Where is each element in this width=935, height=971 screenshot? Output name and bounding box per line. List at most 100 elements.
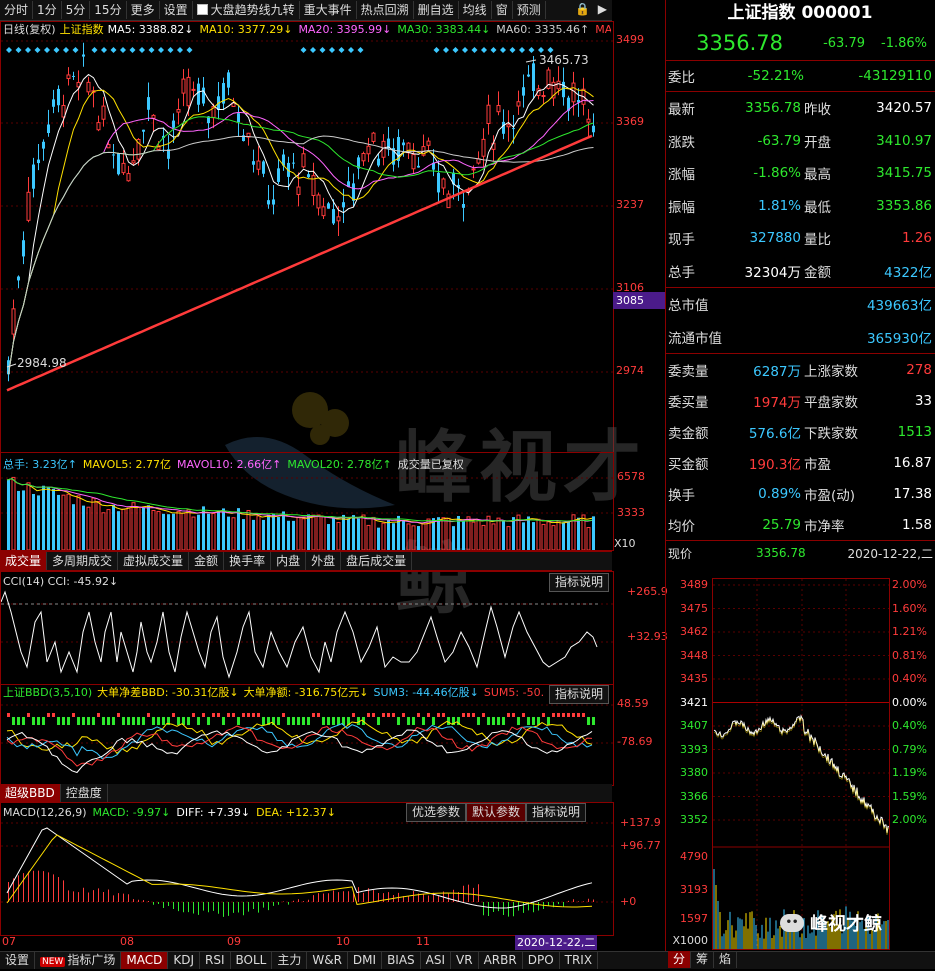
kline-axis-label-4: 2974 bbox=[616, 364, 644, 377]
trend-checkbox[interactable]: 大盘趋势线九转 bbox=[193, 1, 300, 19]
bbd-bar bbox=[152, 717, 155, 725]
volume-tab-7[interactable]: 盘后成交量 bbox=[341, 552, 413, 570]
signal-diamond-icon bbox=[319, 47, 326, 53]
intraday-tab-0[interactable]: 分 bbox=[668, 951, 692, 968]
indicator-tab-4[interactable]: RSI bbox=[200, 952, 231, 969]
cci-chart[interactable] bbox=[1, 572, 613, 684]
toolbar-button-1[interactable]: 热点回溯 bbox=[357, 1, 414, 19]
kline-candle bbox=[586, 118, 591, 123]
high-label: 3465.73 bbox=[539, 53, 589, 67]
signal-diamond-icon bbox=[519, 47, 525, 53]
kline-axis: 3499 3369 3237 3106 2974 bbox=[613, 21, 665, 451]
volume-tab-4[interactable]: 换手率 bbox=[224, 552, 272, 570]
vol-bar bbox=[287, 520, 290, 550]
lock-icon[interactable]: 🔒 bbox=[575, 2, 590, 16]
weibi-row: 委比 -52.21% -43129110 bbox=[665, 61, 935, 92]
quote.rows2-row: 均价 25.79 市净率 1.58 bbox=[665, 509, 935, 540]
signal-diamond-icon bbox=[53, 47, 60, 53]
vol-bar bbox=[522, 522, 525, 550]
kline-candle bbox=[571, 82, 576, 103]
volume-tab-1[interactable]: 多周期成交 bbox=[47, 552, 119, 570]
volume-tab-0[interactable]: 成交量 bbox=[0, 552, 48, 570]
volume-tab-6[interactable]: 外盘 bbox=[306, 552, 342, 570]
indicator-tab-7[interactable]: W&R bbox=[307, 952, 348, 969]
mcap-label: 总市值 bbox=[668, 298, 709, 315]
intraday-date: 2020-12-22,二 bbox=[847, 546, 933, 561]
intraday-price: 3356.78 bbox=[756, 546, 806, 560]
wechat-account-name: 峰视才鲸 bbox=[810, 914, 882, 935]
nav-arrows[interactable]: 🔒 ▶ bbox=[575, 2, 607, 16]
bbd-tab-1[interactable]: 控盘度 bbox=[61, 784, 108, 802]
ma-line-1 bbox=[8, 87, 594, 375]
bbd-bar bbox=[187, 717, 190, 725]
bbd-bar bbox=[392, 713, 395, 717]
quote-value: 33 bbox=[914, 392, 932, 409]
quote-label: 金额 bbox=[804, 264, 831, 281]
intraday-chart[interactable] bbox=[712, 578, 890, 950]
bbd-bar bbox=[582, 713, 585, 717]
volume-tab-2[interactable]: 虚拟成交量 bbox=[118, 552, 190, 570]
indicator-tab-9[interactable]: BIAS bbox=[382, 952, 421, 969]
bbd-chart[interactable] bbox=[1, 685, 613, 785]
signal-diamond-icon bbox=[310, 47, 316, 53]
intraday-tab-2[interactable]: 焰 bbox=[714, 951, 738, 968]
intraday-vol-label-2: 1597 bbox=[680, 912, 708, 925]
toolbar-button-4[interactable]: 窗 bbox=[492, 1, 513, 19]
period-tab-1[interactable]: 1分 bbox=[33, 1, 62, 19]
kline-candle bbox=[26, 191, 31, 221]
mcap-row: 总市值 439663亿 bbox=[665, 288, 935, 321]
quote-value: 576.6亿 bbox=[748, 425, 801, 442]
kline-chart[interactable] bbox=[1, 22, 613, 452]
intraday-left-label-2: 3462 bbox=[680, 625, 708, 638]
intraday-right-label-0: 2.00% bbox=[892, 578, 927, 591]
period-tab-2[interactable]: 5分 bbox=[62, 1, 91, 19]
bbd-tab-0[interactable]: 超级BBD bbox=[0, 784, 61, 802]
indicator-tab-6[interactable]: 主力 bbox=[272, 952, 308, 969]
vol-bar bbox=[402, 520, 405, 550]
vol-bar bbox=[181, 512, 186, 550]
bbd-bar bbox=[87, 717, 90, 725]
volume-chart[interactable] bbox=[1, 453, 613, 550]
signal-diamond-icon bbox=[481, 47, 487, 53]
vol-bar bbox=[76, 495, 81, 550]
period-tab-3[interactable]: 15分 bbox=[90, 1, 127, 19]
indicator-tab-0[interactable]: 设置 bbox=[0, 952, 36, 969]
period-tab-4[interactable]: 更多 bbox=[127, 1, 160, 19]
indicator-tab-10[interactable]: ASI bbox=[421, 952, 452, 969]
kline-candle bbox=[37, 159, 40, 164]
indicator-tab-1[interactable]: NEW 指标广场 bbox=[35, 952, 122, 969]
kline-candle bbox=[121, 162, 126, 174]
quote-rows: 最新 3356.78 昨收 3420.57 涨跌 -63.79 开盘 3410.97 涨幅 -1.… bbox=[665, 92, 935, 288]
indicator-tab-11[interactable]: VR bbox=[451, 952, 479, 969]
new-badge: NEW bbox=[40, 957, 66, 967]
kline-candle bbox=[342, 202, 345, 208]
indicator-tab-8[interactable]: DMI bbox=[348, 952, 383, 969]
period-tab-0[interactable]: 分时 bbox=[0, 1, 34, 19]
toolbar-button-0[interactable]: 重大事件 bbox=[300, 1, 357, 19]
trend-checkbox-label: 大盘趋势线九转 bbox=[210, 3, 295, 17]
checkbox-icon[interactable] bbox=[196, 4, 208, 15]
indicator-tab-14[interactable]: TRIX bbox=[560, 952, 599, 969]
bbd-bar bbox=[467, 713, 470, 717]
volume-tab-5[interactable]: 内盘 bbox=[271, 552, 307, 570]
intraday-tab-1[interactable]: 筹 bbox=[691, 951, 715, 968]
volume-tab-3[interactable]: 金额 bbox=[189, 552, 225, 570]
indicator-tab-2[interactable]: MACD bbox=[121, 952, 169, 969]
toolbar-button-5[interactable]: 预测 bbox=[513, 1, 546, 19]
vol-unit: X10 bbox=[614, 537, 636, 550]
toolbar-button-3[interactable]: 均线 bbox=[459, 1, 492, 19]
period-tab-5[interactable]: 设置 bbox=[160, 1, 193, 19]
indicator-tab-13[interactable]: DPO bbox=[523, 952, 560, 969]
indicator-tab-3[interactable]: KDJ bbox=[168, 952, 200, 969]
high-pointer bbox=[525, 59, 537, 63]
bbd-bar bbox=[407, 717, 410, 725]
volume-panel: 总手: 3.23亿↑ MAVOL5: 2.77亿 MAVOL10: 2.66亿↑ MA… bbox=[0, 452, 614, 551]
vol-bar bbox=[156, 510, 161, 550]
toolbar-button-2[interactable]: 删自选 bbox=[414, 1, 459, 19]
macd-chart[interactable] bbox=[1, 803, 613, 935]
indicator-tab-5[interactable]: BOLL bbox=[231, 952, 273, 969]
arrow-right-icon[interactable]: ▶ bbox=[598, 2, 607, 16]
kline-candle bbox=[147, 97, 150, 110]
quote-rows2: 委卖量 6287万 上涨家数 278 委买量 1974万 平盘家数 33 卖金额 576.6亿 下跌… bbox=[665, 354, 935, 541]
indicator-tab-12[interactable]: ARBR bbox=[479, 952, 523, 969]
